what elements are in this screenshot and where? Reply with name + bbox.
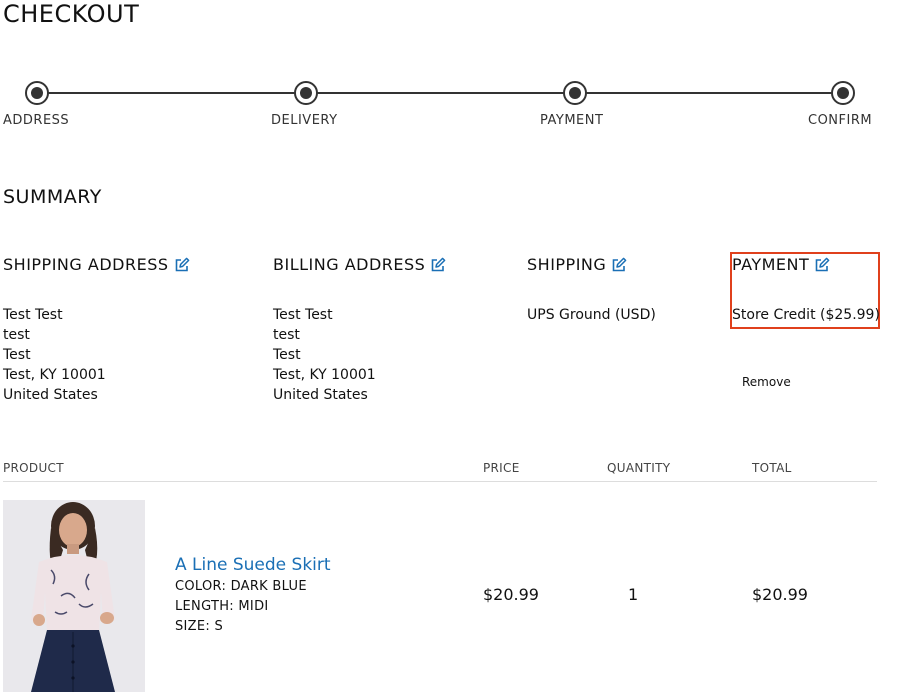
stepper-track [37, 92, 843, 94]
shipping-address-heading: SHIPPING ADDRESS [3, 255, 190, 274]
summary-title: SUMMARY [3, 186, 102, 208]
shipping-address-country: United States [3, 387, 98, 403]
product-image[interactable] [3, 500, 145, 692]
product-size: SIZE: S [175, 619, 224, 634]
page-title: CHECKOUT [3, 0, 140, 28]
step-address-label[interactable]: ADDRESS [3, 113, 69, 128]
product-quantity: 1 [628, 585, 639, 604]
column-header-total: TOTAL [752, 461, 792, 475]
product-color: COLOR: DARK BLUE [175, 579, 307, 594]
remove-payment-link[interactable]: Remove [742, 375, 791, 389]
edit-payment-icon[interactable] [814, 257, 830, 273]
column-header-price: PRICE [483, 461, 520, 475]
shipping-heading: SHIPPING [527, 255, 627, 274]
edit-billing-address-icon[interactable] [430, 257, 446, 273]
step-delivery-node[interactable] [294, 81, 318, 105]
step-delivery-label[interactable]: DELIVERY [271, 113, 338, 128]
shipping-address-block: Test Test test Test Test, KY 10001 Unite… [3, 305, 106, 405]
shipping-method: UPS Ground (USD) [527, 307, 656, 323]
billing-address-city: Test, KY 10001 [273, 367, 376, 383]
column-header-quantity: QUANTITY [607, 461, 671, 475]
table-divider [3, 481, 877, 482]
payment-label: PAYMENT [732, 255, 810, 274]
product-name-link[interactable]: A Line Suede Skirt [175, 555, 331, 575]
shipping-label: SHIPPING [527, 255, 607, 274]
step-confirm-label[interactable]: CONFIRM [808, 113, 872, 128]
product-price: $20.99 [483, 585, 539, 604]
shipping-address-label: SHIPPING ADDRESS [3, 255, 169, 274]
billing-address-name: Test Test [273, 307, 333, 323]
product-length: LENGTH: MIDI [175, 599, 269, 614]
payment-method: Store Credit ($25.99) [732, 307, 880, 323]
billing-address-heading: BILLING ADDRESS [273, 255, 446, 274]
billing-address-line2: Test [273, 347, 301, 363]
step-payment-node[interactable] [563, 81, 587, 105]
shipping-address-line2: Test [3, 347, 31, 363]
shipping-address-line1: test [3, 327, 30, 343]
shipping-address-city: Test, KY 10001 [3, 367, 106, 383]
billing-address-block: Test Test test Test Test, KY 10001 Unite… [273, 305, 376, 405]
edit-shipping-icon[interactable] [611, 257, 627, 273]
step-address-node[interactable] [25, 81, 49, 105]
billing-address-label: BILLING ADDRESS [273, 255, 426, 274]
billing-address-line1: test [273, 327, 300, 343]
edit-shipping-address-icon[interactable] [174, 257, 190, 273]
shipping-address-name: Test Test [3, 307, 63, 323]
billing-address-country: United States [273, 387, 368, 403]
column-header-product: PRODUCT [3, 461, 64, 475]
step-confirm-node[interactable] [831, 81, 855, 105]
product-total: $20.99 [752, 585, 808, 604]
step-payment-label[interactable]: PAYMENT [540, 113, 603, 128]
payment-heading: PAYMENT [732, 255, 830, 274]
